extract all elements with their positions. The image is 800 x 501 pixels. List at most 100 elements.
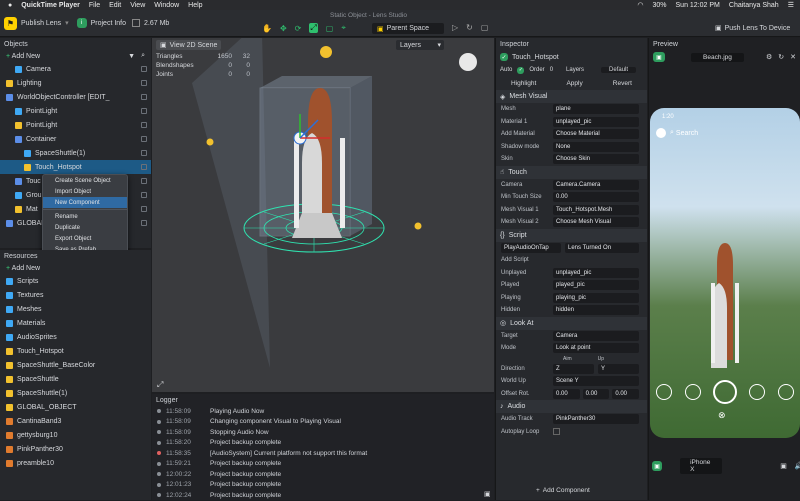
visibility-toggle-icon[interactable] — [141, 80, 147, 86]
parent-space-dropdown[interactable]: ▣ Parent Space — [372, 23, 444, 34]
mesh-visual-header[interactable]: ◈ Mesh Visual — [496, 90, 647, 103]
property-field[interactable]: played_pic — [553, 280, 639, 291]
target-field[interactable]: Camera — [553, 330, 639, 341]
apple-icon[interactable]: ● — [8, 2, 12, 9]
add-component-button[interactable]: + Add Component — [536, 487, 590, 494]
menu-help[interactable]: Help — [188, 2, 202, 9]
close-lens-icon[interactable]: ⊗ — [718, 410, 726, 421]
device-dropdown[interactable]: iPhone X — [680, 458, 723, 474]
snap-icon[interactable]: ⌖ — [341, 23, 346, 33]
object-row[interactable]: PointLight — [0, 118, 151, 132]
resource-row[interactable]: AudioSprites — [0, 330, 151, 344]
visibility-toggle-icon[interactable] — [141, 150, 147, 156]
touch-header[interactable]: ☝ Touch — [496, 165, 647, 179]
object-row[interactable]: Lighting — [0, 76, 151, 90]
publish-button[interactable]: Publish Lens — [21, 20, 61, 27]
resource-row[interactable]: PinkPanther30 — [0, 442, 151, 456]
revert-button[interactable]: Revert — [613, 80, 632, 87]
script-event-field[interactable]: Lens Turned On — [565, 242, 639, 253]
resource-row[interactable]: SpaceShuttle — [0, 372, 151, 386]
resource-row[interactable]: Scripts — [0, 274, 151, 288]
lens-option[interactable] — [684, 384, 701, 400]
menu-window[interactable]: Window — [154, 2, 179, 9]
filter-icon[interactable]: ▼ — [128, 53, 135, 60]
resource-row[interactable]: preamble10 — [0, 456, 151, 470]
context-menu-item[interactable]: Export Object — [43, 233, 127, 244]
control-center-icon[interactable]: ☰ — [788, 1, 794, 9]
property-field[interactable]: playing_pic — [553, 292, 639, 303]
rect-tool-icon[interactable]: ▢ — [326, 24, 334, 33]
context-menu-item[interactable]: New Component — [43, 197, 127, 208]
apply-button[interactable]: Apply — [566, 80, 582, 87]
visibility-toggle-icon[interactable] — [141, 192, 147, 198]
direction-aim-field[interactable]: Z — [553, 363, 594, 374]
visibility-toggle-icon[interactable] — [141, 94, 147, 100]
context-menu-item[interactable]: Create Scene Object — [43, 175, 127, 186]
play-icon[interactable]: ▷ — [452, 23, 458, 32]
property-field[interactable]: Camera.Camera — [553, 179, 639, 190]
visibility-toggle-icon[interactable] — [141, 66, 147, 72]
offset-z-field[interactable]: 0.00 — [612, 388, 640, 399]
resource-row[interactable]: CantinaBand3 — [0, 414, 151, 428]
object-row[interactable]: Container — [0, 132, 151, 146]
property-field[interactable]: Choose Skin — [553, 154, 639, 165]
object-row[interactable]: Touch_Hotspot — [0, 160, 151, 174]
chevron-down-icon[interactable]: ▾ — [65, 19, 69, 27]
property-field[interactable]: Choose Mesh Visual — [553, 217, 639, 228]
project-info-button[interactable]: Project Info — [91, 20, 126, 27]
mute-icon[interactable]: 🔊 — [795, 462, 800, 470]
camera-gizmo-icon[interactable] — [320, 46, 332, 58]
publish-icon[interactable]: ⚑ — [4, 16, 17, 30]
resource-row[interactable]: Touch_Hotspot — [0, 344, 151, 358]
resource-row[interactable]: SpaceShuttle_BaseColor — [0, 358, 151, 372]
record-icon[interactable]: ▣ — [780, 462, 787, 470]
stop-icon[interactable]: ▢ — [481, 23, 489, 32]
lens-option[interactable] — [656, 384, 673, 400]
direction-up-field[interactable]: Y — [598, 363, 639, 374]
property-field[interactable]: unplayed_pic — [553, 267, 639, 278]
offset-x-field[interactable]: 0.00 — [553, 388, 580, 399]
visibility-toggle-icon[interactable] — [141, 136, 147, 142]
light-icon[interactable] — [414, 222, 422, 230]
look-at-header[interactable]: ◎ Look At — [496, 316, 647, 330]
property-field[interactable]: Choose Material — [553, 129, 639, 140]
auto-checkbox[interactable]: ✓ — [517, 66, 525, 74]
search-icon[interactable]: ⌕ — [670, 129, 674, 137]
property-field[interactable]: plane — [553, 104, 639, 115]
layers-value[interactable]: Default — [601, 67, 637, 73]
capture-button[interactable] — [712, 380, 737, 404]
user-name[interactable]: Chaitanya Shah — [729, 2, 779, 9]
menu-view[interactable]: View — [130, 2, 145, 9]
close-icon[interactable]: ✕ — [790, 53, 796, 61]
resource-row[interactable]: Meshes — [0, 302, 151, 316]
visibility-toggle-icon[interactable] — [141, 108, 147, 114]
context-menu-item[interactable]: Duplicate — [43, 222, 127, 233]
resource-row[interactable]: GLOBAL_OBJECT — [0, 400, 151, 414]
order-value[interactable]: 0 — [550, 67, 553, 73]
fullscreen-icon[interactable]: ⤢ — [157, 380, 163, 390]
rotate-tool-icon[interactable]: ⟳ — [295, 24, 302, 33]
menu-file[interactable]: File — [89, 2, 100, 9]
property-field[interactable]: hidden — [553, 305, 639, 316]
mode-field[interactable]: Look at point — [553, 343, 639, 354]
wifi-icon[interactable]: ◠ — [637, 1, 643, 9]
visibility-toggle-icon[interactable] — [141, 164, 147, 170]
profile-icon[interactable] — [656, 128, 666, 138]
script-name-field[interactable]: PlayAudioOnTap — [501, 242, 561, 253]
light-icon[interactable] — [206, 138, 214, 146]
audio-track-field[interactable]: PinkPanther30 — [553, 414, 639, 425]
clear-log-icon[interactable]: ▣ — [484, 490, 491, 498]
refresh-icon[interactable]: ↻ — [778, 53, 784, 61]
visibility-toggle-icon[interactable] — [141, 206, 147, 212]
property-field[interactable]: 0.00 — [553, 192, 639, 203]
lens-option[interactable] — [749, 384, 766, 400]
add-new-resources-button[interactable]: + Add New — [6, 265, 40, 272]
resource-row[interactable]: SpaceShuttle(1) — [0, 386, 151, 400]
preview-image-field[interactable]: Beach.jpg — [691, 52, 744, 62]
property-field[interactable]: Touch_Hotspot.Mesh — [553, 204, 639, 215]
settings-icon[interactable]: ⚙ — [766, 53, 772, 61]
offset-y-field[interactable]: 0.00 — [582, 388, 610, 399]
device-preview-icon[interactable]: ▣ — [652, 461, 663, 471]
search-icon[interactable]: ⌕ — [141, 52, 145, 60]
object-row[interactable]: WorldObjectController [EDIT_ — [0, 90, 151, 104]
